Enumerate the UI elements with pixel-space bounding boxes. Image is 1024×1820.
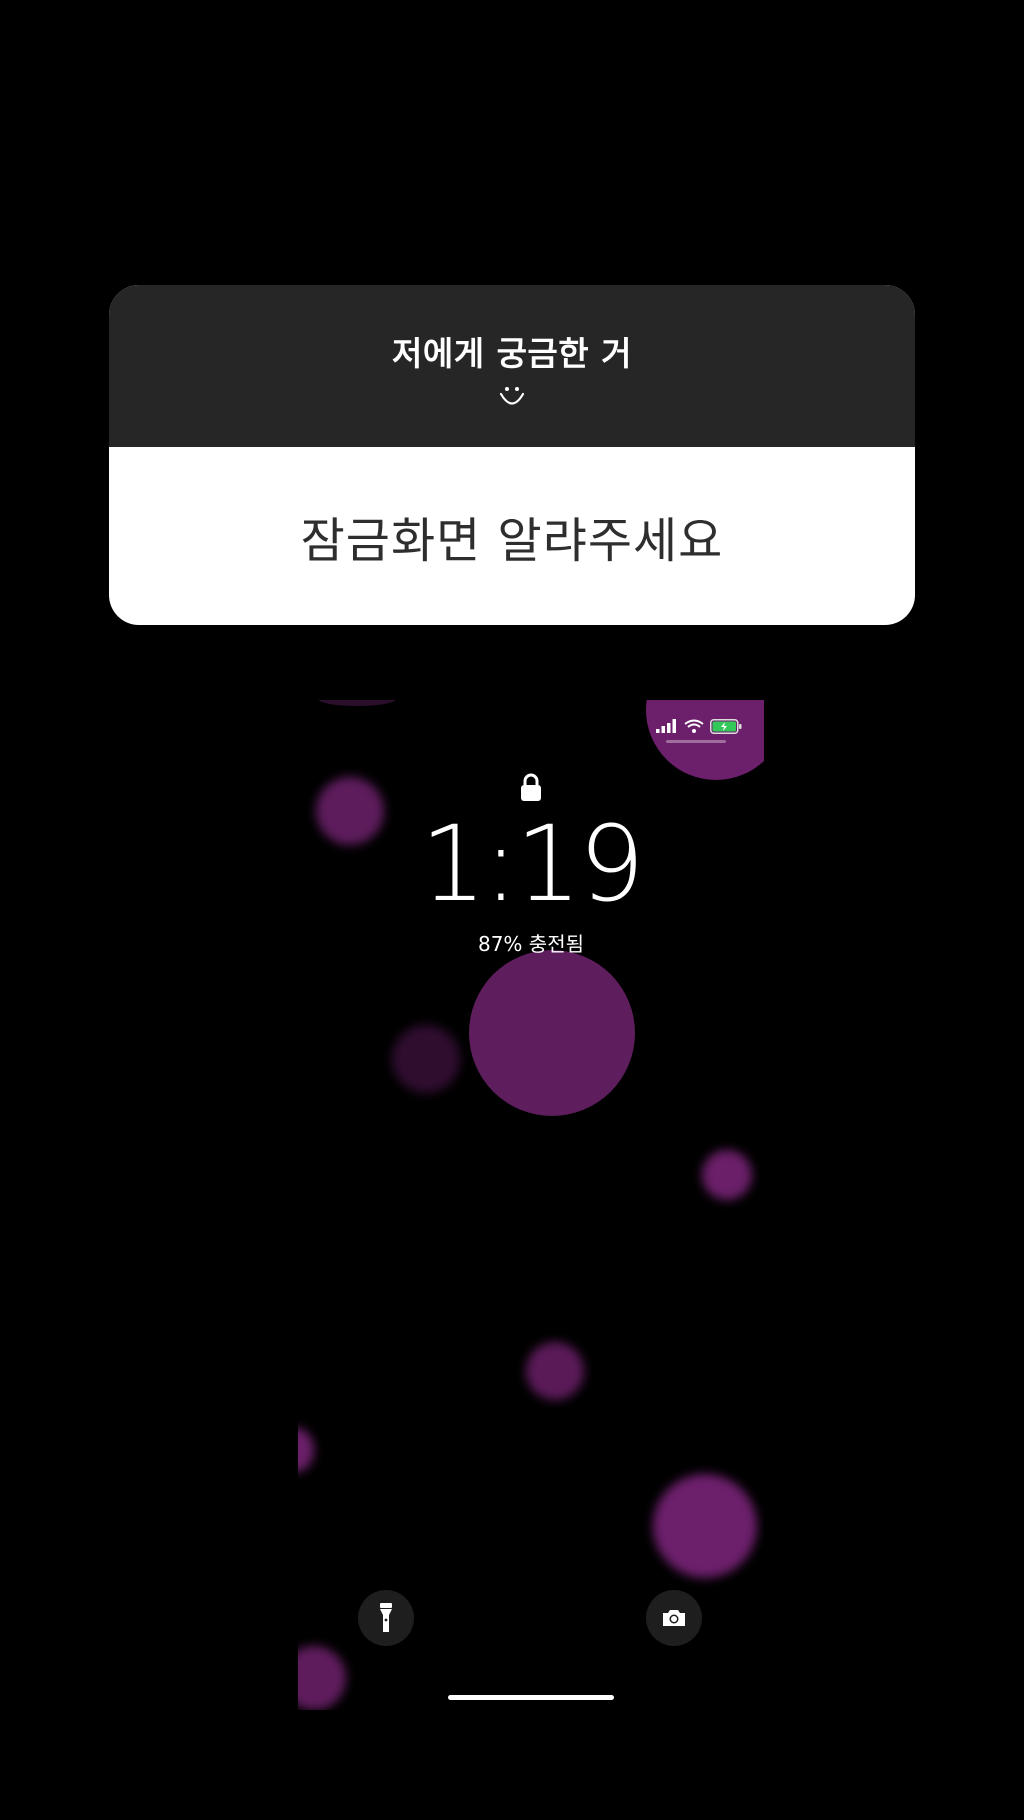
battery-charging-icon — [710, 718, 742, 734]
lock-icon — [521, 773, 541, 801]
wallpaper-bubble — [653, 1474, 757, 1578]
question-card-body: 잠금화면 알랴주세요 — [109, 447, 915, 625]
question-card[interactable]: 저에게 궁금한 거 잠금화면 알랴주세요 — [109, 285, 915, 625]
home-indicator[interactable] — [448, 1695, 614, 1700]
status-bar — [656, 717, 742, 735]
flashlight-icon — [380, 1603, 392, 1632]
question-title: 저에게 궁금한 거 — [392, 334, 632, 373]
question-card-header: 저에게 궁금한 거 — [109, 285, 915, 447]
lock-screen-time: 1:19 — [420, 803, 645, 925]
question-answer: 잠금화면 알랴주세요 — [300, 513, 724, 569]
wallpaper-bubble — [298, 1428, 314, 1472]
wallpaper-bubble — [702, 1150, 752, 1200]
lock-screen-screenshot: 1:19 87% 충전됨 — [298, 700, 764, 1710]
story-screen: 저에게 궁금한 거 잠금화면 알랴주세요 1:19 87% 충전됨 — [0, 0, 1024, 1820]
wallpaper-bubble — [298, 1646, 346, 1710]
wallpaper-bubble — [469, 950, 635, 1116]
wallpaper-bubble — [392, 1025, 460, 1093]
wallpaper-bubble — [318, 700, 396, 706]
cellular-signal-icon — [656, 719, 676, 733]
wallpaper-bubble — [526, 1342, 584, 1400]
status-bar-indicator — [666, 740, 726, 743]
camera-icon — [663, 1610, 685, 1626]
smile-icon — [499, 387, 525, 405]
flashlight-button[interactable] — [358, 1590, 414, 1646]
charging-status: 87% 충전됨 — [477, 932, 584, 956]
wifi-icon — [684, 719, 704, 733]
camera-button[interactable] — [646, 1590, 702, 1646]
